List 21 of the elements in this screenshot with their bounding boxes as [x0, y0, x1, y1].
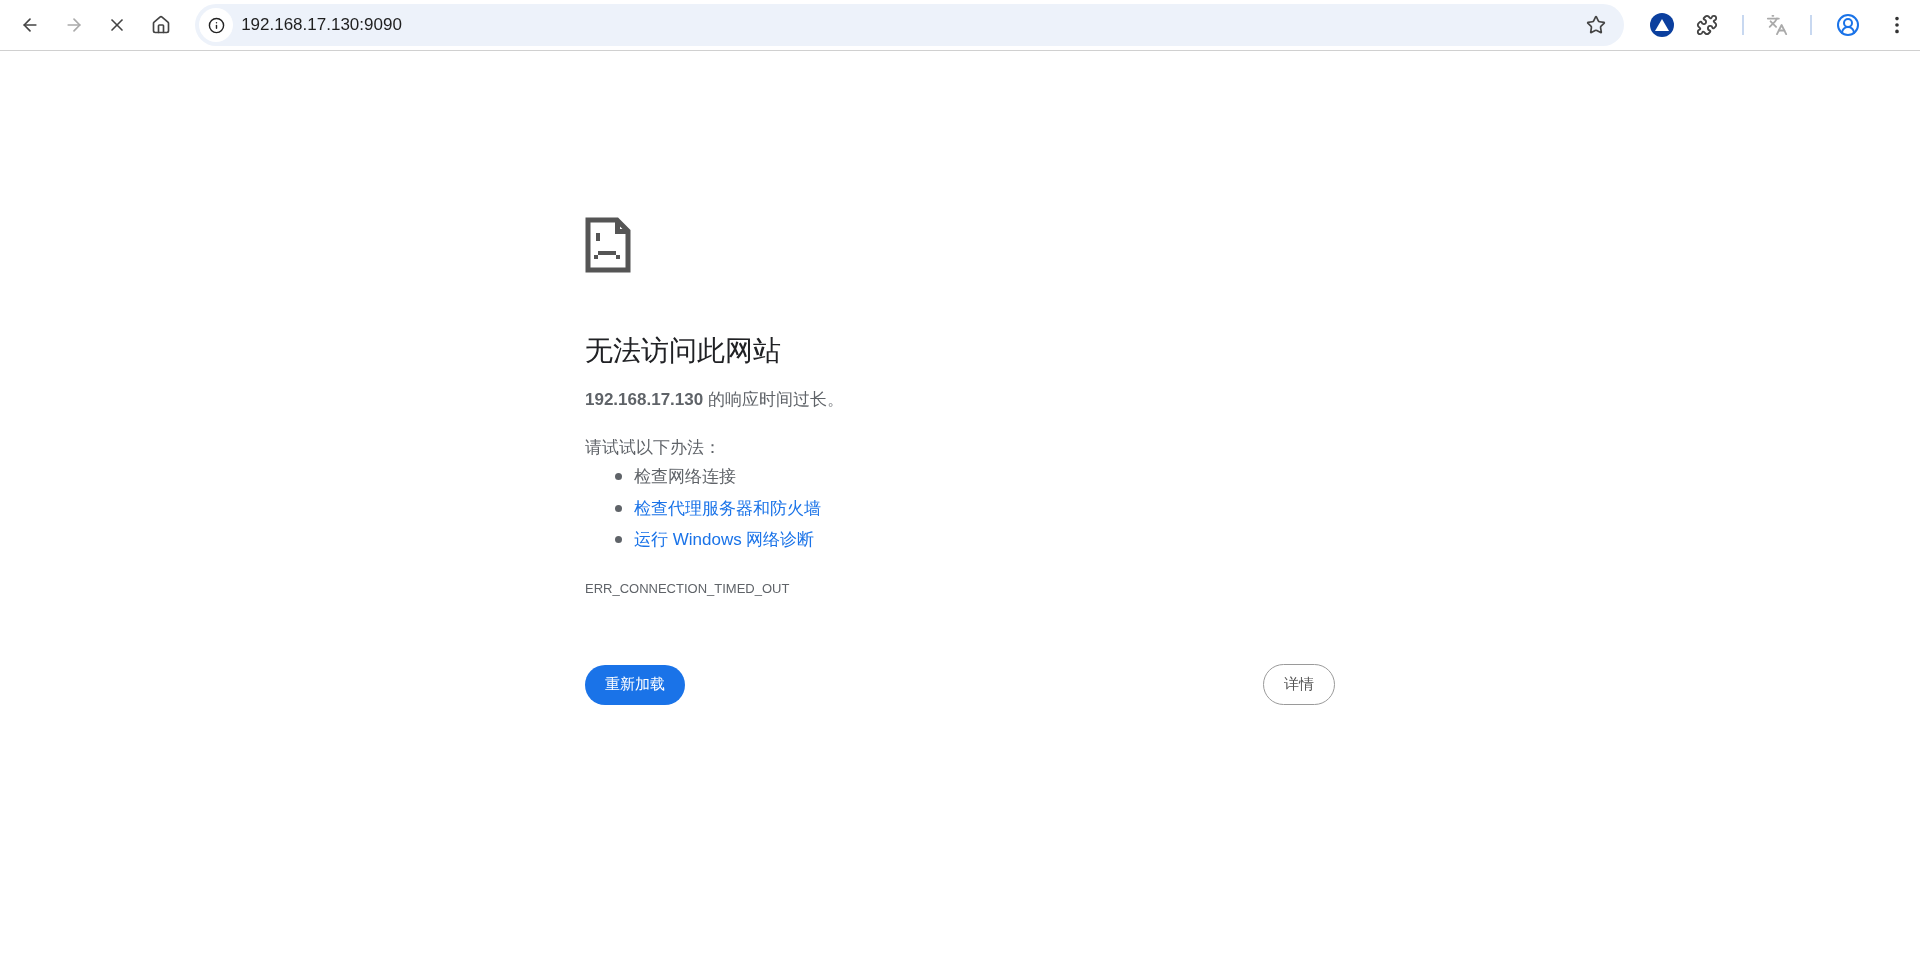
suggestion-link[interactable]: 运行 Windows 网络诊断 [634, 527, 815, 553]
bullet-icon [615, 473, 622, 481]
puzzle-icon[interactable] [1696, 14, 1719, 36]
details-button[interactable]: 详情 [1263, 664, 1335, 705]
reload-button[interactable]: 重新加载 [585, 664, 685, 705]
suggestion-text: 检查网络连接 [634, 466, 736, 488]
extension-logo-icon[interactable] [1650, 13, 1675, 37]
address-bar[interactable]: 192.168.17.130:9090 [195, 4, 1625, 46]
site-info-icon[interactable] [199, 8, 234, 42]
bookmark-star-icon[interactable] [1586, 15, 1607, 35]
error-code: ERR_CONNECTION_TIMED_OUT [585, 579, 791, 598]
home-icon [151, 15, 172, 35]
url-text: 192.168.17.130:9090 [241, 14, 402, 37]
error-heading: 无法访问此网站 [585, 334, 782, 368]
sad-page-icon [585, 217, 631, 273]
profile-icon[interactable] [1836, 13, 1860, 37]
bullet-icon [615, 536, 622, 544]
error-description: 192.168.17.130 的响应时间过长。 [585, 389, 845, 411]
suggestions-intro: 请试试以下办法： [585, 436, 722, 459]
bullet-icon [615, 504, 622, 512]
suggestion-link[interactable]: 检查代理服务器和防火墙 [634, 495, 821, 521]
